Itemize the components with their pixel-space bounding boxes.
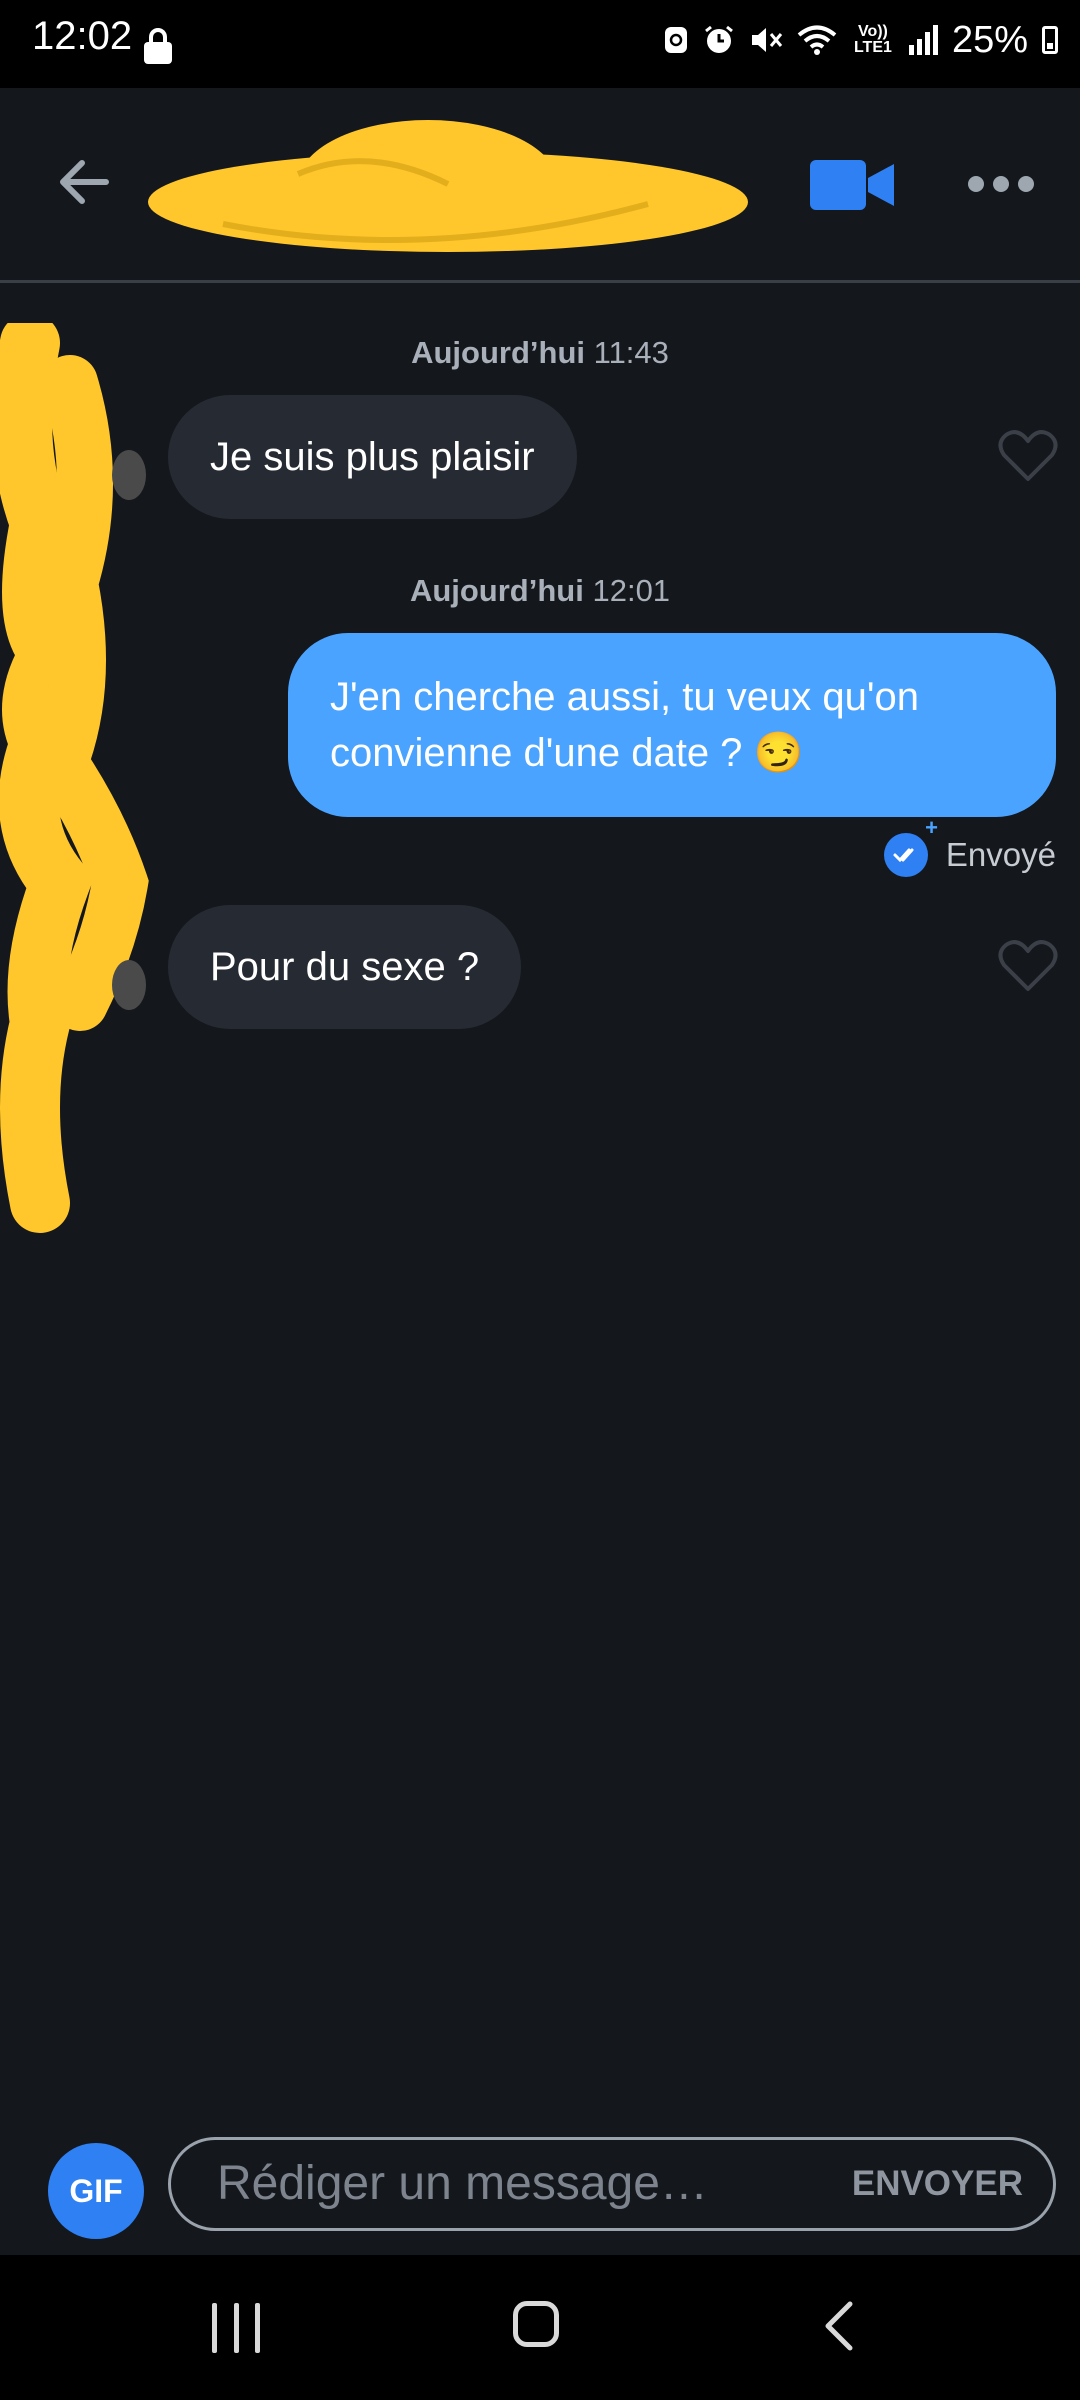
back-icon[interactable]	[824, 2301, 854, 2351]
like-heart-icon[interactable]	[998, 427, 1058, 483]
double-check-icon	[893, 848, 914, 863]
battery-icon	[1042, 26, 1058, 54]
system-nav-bar	[0, 2255, 1080, 2400]
sync-icon	[664, 27, 687, 53]
avatar[interactable]	[112, 450, 146, 500]
message-bubble-outgoing[interactable]: J'en cherche aussi, tu veux qu'on convie…	[288, 633, 1056, 817]
volte-icon: Vo)) LTE1	[853, 23, 892, 56]
conversation-header	[0, 88, 1080, 283]
message-composer: GIF Rédiger un message… ENVOYER	[0, 2113, 1080, 2255]
message-timestamp: Aujourd’hui 12:01	[0, 573, 1080, 609]
signal-icon	[908, 25, 938, 55]
message-timestamp: Aujourd’hui 11:43	[0, 335, 1080, 371]
redaction-scribble	[148, 120, 748, 252]
mute-icon	[751, 28, 783, 52]
status-bar: 12:02 Vo)) LTE1 25%	[0, 0, 1080, 88]
status-icons: Vo)) LTE1 25%	[663, 12, 1058, 68]
message-bubble-incoming[interactable]: Je suis plus plaisir	[168, 395, 577, 519]
message-bubble-incoming[interactable]: Pour du sexe ?	[168, 905, 522, 1029]
video-call-icon[interactable]	[810, 160, 894, 210]
battery-percent: 25%	[951, 18, 1028, 61]
gif-button[interactable]: GIF	[48, 2143, 144, 2239]
like-heart-icon[interactable]	[998, 937, 1058, 993]
recent-apps-icon[interactable]	[212, 2303, 260, 2353]
send-button[interactable]: ENVOYER	[852, 2140, 1023, 2228]
timestamp-time: 11:43	[593, 335, 669, 370]
alarm-icon	[705, 25, 733, 53]
message-list[interactable]: Aujourd’hui 11:43 Je suis plus plaisir A…	[0, 283, 1080, 2113]
sent-check-icon	[883, 815, 938, 877]
wifi-icon	[797, 25, 837, 55]
message-status: Envoyé	[883, 815, 1056, 877]
home-icon[interactable]	[513, 2301, 559, 2347]
timestamp-day: Aujourd’hui	[409, 573, 584, 608]
chat-screen: 12:02 Vo)) LTE1 25% Aujourd’hui 11:43 Je…	[0, 0, 1080, 2400]
avatar[interactable]	[112, 960, 146, 1010]
timestamp-day: Aujourd’hui	[411, 335, 585, 370]
lock-icon	[144, 28, 172, 64]
back-arrow-icon[interactable]	[54, 152, 114, 212]
timestamp-time: 12:01	[592, 573, 671, 608]
status-time: 12:02	[32, 14, 133, 58]
message-input[interactable]: Rédiger un message… ENVOYER	[168, 2137, 1056, 2231]
message-placeholder: Rédiger un message…	[217, 2157, 708, 2210]
more-options-icon[interactable]	[968, 172, 1034, 196]
sent-status-label: Envoyé	[945, 836, 1056, 873]
